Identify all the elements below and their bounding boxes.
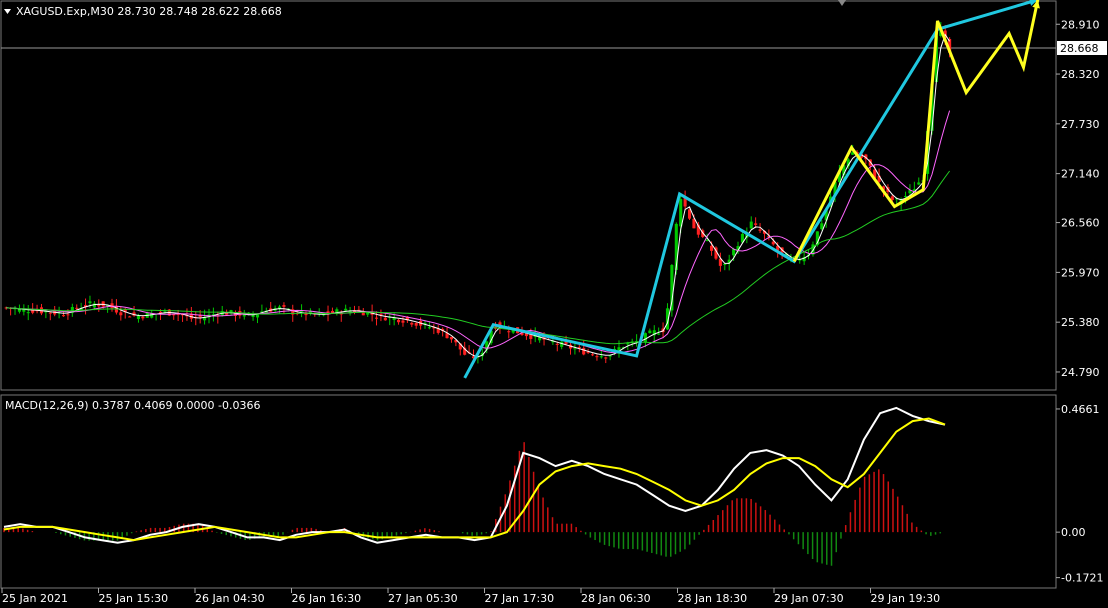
price-tick-label: 25.970 bbox=[1061, 266, 1100, 279]
candle-body bbox=[136, 315, 141, 319]
price-tick-label: 28.320 bbox=[1061, 68, 1100, 81]
current-price-label: 28.668 bbox=[1060, 42, 1099, 55]
macd-tick-label: 0.00 bbox=[1061, 526, 1086, 539]
price-tick-label: 24.790 bbox=[1061, 366, 1100, 379]
candle-body bbox=[903, 195, 908, 197]
candle-body bbox=[66, 314, 70, 316]
candle-body bbox=[890, 196, 894, 201]
price-tick-label: 26.560 bbox=[1061, 217, 1100, 230]
time-tick-label: 29 Jan 19:30 bbox=[871, 592, 941, 605]
candle-body bbox=[128, 316, 132, 318]
trading-chart[interactable]: XAGUSD.Exp,M30 28.730 28.748 28.622 28.6… bbox=[0, 0, 1108, 608]
candle-body bbox=[608, 355, 612, 357]
price-tick-label: 25.380 bbox=[1061, 316, 1100, 329]
candle-body bbox=[599, 356, 603, 358]
symbol-header: XAGUSD.Exp,M30 28.730 28.748 28.622 28.6… bbox=[16, 5, 282, 18]
candle-body bbox=[723, 263, 727, 265]
candle-body bbox=[573, 348, 577, 350]
candle-body bbox=[61, 315, 66, 317]
candle-body bbox=[595, 356, 599, 358]
candle-body bbox=[582, 348, 586, 355]
candle-body bbox=[590, 354, 595, 356]
time-tick-label: 28 Jan 18:30 bbox=[678, 592, 748, 605]
time-tick-label: 25 Jan 15:30 bbox=[99, 592, 169, 605]
price-tick-label: 27.140 bbox=[1061, 168, 1100, 181]
candle-body bbox=[687, 209, 692, 219]
time-tick-label: 29 Jan 07:30 bbox=[774, 592, 844, 605]
macd-tick-label: -0.1721 bbox=[1061, 572, 1103, 585]
candle-body bbox=[31, 310, 35, 313]
time-tick-label: 26 Jan 04:30 bbox=[195, 592, 265, 605]
candle-body bbox=[97, 304, 101, 307]
candle-body bbox=[626, 343, 630, 345]
candle-body bbox=[344, 308, 348, 311]
time-tick-label: 27 Jan 05:30 bbox=[388, 592, 458, 605]
price-tick-label: 27.730 bbox=[1061, 118, 1100, 131]
candle-body bbox=[330, 310, 334, 313]
candle-body bbox=[282, 305, 286, 307]
candle-body bbox=[141, 316, 145, 319]
candle-body bbox=[414, 322, 418, 326]
price-tick-label: 28.910 bbox=[1061, 18, 1100, 31]
candle-body bbox=[917, 182, 921, 185]
time-axis: 25 Jan 2021 25 Jan 15:30 26 Jan 04:30 26 Ja… bbox=[1, 588, 941, 605]
candle-body bbox=[643, 333, 647, 343]
candle-body bbox=[48, 312, 52, 314]
macd-label: MACD(12,26,9) 0.3787 0.4069 0.0000 -0.03… bbox=[5, 399, 260, 412]
candle-body bbox=[75, 307, 79, 309]
candle-body bbox=[88, 301, 92, 304]
candle-body bbox=[657, 333, 661, 335]
macd-axis: 0.4661 0.00 -0.1721 bbox=[1056, 403, 1103, 585]
candle-body bbox=[754, 223, 758, 225]
candle-body bbox=[119, 312, 123, 316]
candle-body bbox=[383, 317, 387, 321]
candle-body bbox=[26, 312, 30, 314]
candle-body bbox=[401, 320, 405, 323]
candle-body bbox=[560, 341, 564, 347]
candle-body bbox=[449, 336, 454, 340]
candle-body bbox=[507, 331, 511, 333]
macd-tick-label: 0.4661 bbox=[1061, 403, 1100, 416]
time-tick-label: 25 Jan 2021 bbox=[2, 592, 68, 605]
candle-body bbox=[410, 322, 414, 325]
time-tick-label: 26 Jan 16:30 bbox=[292, 592, 362, 605]
candle-body bbox=[397, 319, 401, 323]
candle-body bbox=[758, 229, 762, 231]
candle-body bbox=[710, 245, 714, 251]
candle-body bbox=[555, 343, 559, 345]
candle-body bbox=[749, 221, 753, 229]
candle-body bbox=[427, 327, 431, 329]
time-tick-label: 28 Jan 06:30 bbox=[581, 592, 651, 605]
time-tick-label: 27 Jan 17:30 bbox=[485, 592, 555, 605]
candle-body bbox=[374, 317, 379, 319]
candle-body bbox=[732, 249, 736, 256]
candle-body bbox=[604, 357, 608, 359]
candle-body bbox=[648, 330, 652, 334]
price-axis: 28.910 28.320 27.730 27.140 26.560 25.970 25.3… bbox=[1056, 18, 1100, 379]
